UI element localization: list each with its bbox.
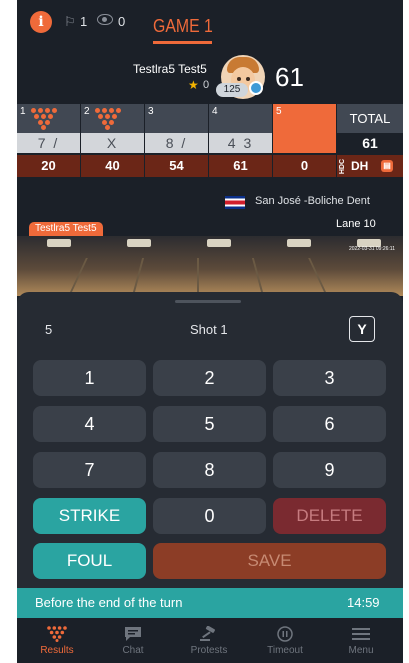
nav-results[interactable]: Results [25, 618, 89, 663]
frame-marks: 8 / [145, 133, 208, 153]
frame-marks: 7 / [17, 133, 80, 153]
key-4[interactable]: 4 [33, 406, 146, 442]
nav-label: Protests [190, 645, 228, 656]
nav-menu[interactable]: Menu [329, 618, 393, 663]
nav-label: Results [40, 645, 74, 656]
frame-3[interactable]: 3 8 / 54 [145, 104, 209, 178]
key-3[interactable]: 3 [273, 360, 386, 396]
drag-handle[interactable] [175, 300, 241, 303]
status-badge [249, 81, 263, 95]
video-timestamp: 2022-03-31 09:26:11 [348, 246, 395, 252]
current-frame-number: 5 [45, 322, 53, 337]
app-screen: i ⚐ 1 0 GAME 1 Testlra5 Test5 ★ 0 125 61… [17, 0, 403, 663]
frame-total: 0 [273, 155, 336, 177]
frame-4[interactable]: 4 4 3 61 [209, 104, 273, 178]
frame-total: 61 [209, 155, 272, 177]
foul-button[interactable]: FOUL [33, 543, 146, 579]
star-count: 0 [203, 79, 210, 91]
costa-rica-flag-icon [225, 196, 245, 209]
lane-video[interactable]: 2022-03-31 09:26:11 [17, 236, 403, 296]
frame-number: 4 [212, 106, 218, 117]
player-name: Testlra5 Test5 [133, 62, 207, 76]
handicap-cell: HDC DH ▤ [337, 155, 403, 177]
frame-marks [273, 133, 336, 153]
pins-icon [95, 108, 125, 130]
total-column: TOTAL 61 HDC DH ▤ [337, 104, 403, 178]
tab-game-1[interactable]: GAME 1 [153, 16, 213, 37]
delete-button[interactable]: DELETE [273, 498, 386, 534]
frame-5[interactable]: 5 0 [273, 104, 337, 178]
key-8[interactable]: 8 [153, 452, 266, 488]
eye-icon [97, 14, 113, 25]
active-tab-indicator [153, 41, 212, 44]
strike-button[interactable]: STRIKE [33, 498, 146, 534]
chat-icon [125, 627, 141, 641]
key-0[interactable]: 0 [153, 498, 266, 534]
menu-icon [352, 628, 370, 640]
save-button[interactable]: SAVE [153, 543, 386, 579]
key-5[interactable]: 5 [153, 406, 266, 442]
handicap-badge: 125 [216, 83, 248, 97]
frame-total: 20 [17, 155, 80, 177]
frame-marks: 4 3 [209, 133, 272, 153]
key-9[interactable]: 9 [273, 452, 386, 488]
nav-label: Chat [122, 645, 144, 656]
nav-timeout[interactable]: Timeout [253, 618, 317, 663]
dh-label: DH [351, 159, 369, 173]
nav-label: Menu [348, 645, 374, 656]
timer-value: 14:59 [347, 595, 380, 610]
key-7[interactable]: 7 [33, 452, 146, 488]
frame-2[interactable]: 2 X 40 [81, 104, 145, 178]
key-6[interactable]: 6 [273, 406, 386, 442]
star-icon: ★ [188, 78, 199, 92]
nav-protests[interactable]: Protests [177, 618, 241, 663]
frame-number: 2 [84, 106, 90, 117]
timer-text: Before the end of the turn [35, 595, 183, 610]
key-1[interactable]: 1 [33, 360, 146, 396]
total-score: 61 [337, 133, 403, 153]
venue-name: San José -Boliche Dent [255, 195, 370, 207]
lane-label: Lane 10 [336, 218, 376, 230]
frame-number: 3 [148, 106, 154, 117]
viewer-count: 0 [118, 14, 126, 29]
pause-icon [277, 626, 293, 642]
gavel-icon [200, 626, 215, 641]
player-score: 61 [275, 62, 304, 92]
frame-total: 40 [81, 155, 144, 177]
frame-total: 54 [145, 155, 208, 177]
nav-label: Timeout [267, 645, 303, 656]
pins-icon [31, 108, 61, 130]
info-icon[interactable]: i [30, 11, 52, 33]
pin-selector-button[interactable]: Y [349, 316, 375, 342]
frame-1[interactable]: 1 7 / 20 [17, 104, 81, 178]
total-header: TOTAL [337, 104, 403, 133]
frame-marks: X [81, 133, 144, 153]
nav-chat[interactable]: Chat [101, 618, 165, 663]
flag-icon: ⚐ [64, 14, 76, 29]
hdc-label: HDC [339, 159, 346, 175]
video-name-tag: Testlra5 Test5 [29, 222, 103, 236]
key-2[interactable]: 2 [153, 360, 266, 396]
edit-handicap-icon[interactable]: ▤ [381, 160, 393, 172]
score-grid: 1 7 / 20 2 X 40 3 8 / 54 4 4 3 61 5 0 TO… [17, 104, 403, 178]
frame-number: 1 [20, 106, 26, 117]
flag-count: 1 [80, 14, 88, 29]
frame-number: 5 [276, 106, 282, 117]
pins-icon [47, 626, 67, 642]
shot-label: Shot 1 [190, 322, 228, 337]
